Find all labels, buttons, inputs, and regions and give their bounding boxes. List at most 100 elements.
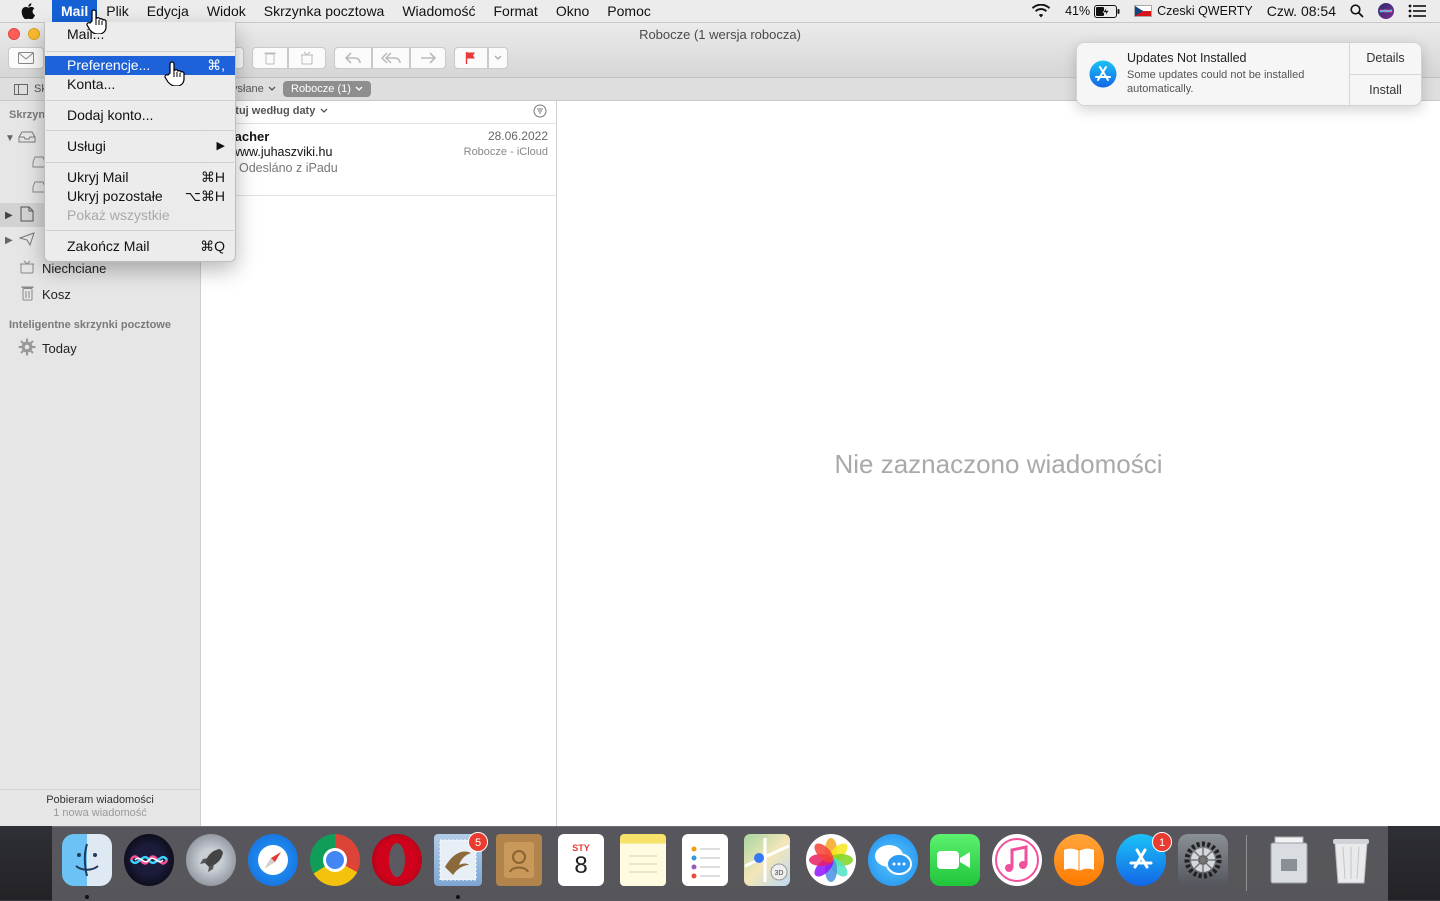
details-button[interactable]: Details [1350,43,1421,74]
show-mailboxes-button[interactable]: Sk [14,81,47,97]
running-indicator [85,895,89,899]
apple-menu-icon[interactable] [20,3,36,19]
video-camera-icon [937,851,970,869]
clock[interactable]: Czw. 08:54 [1267,3,1336,19]
dock-opera[interactable] [372,834,422,886]
menu-item-hide-others[interactable]: Ukryj pozostałe ⌥⌘H [45,187,235,206]
menu-item-shortcut: ⌘, [207,57,225,73]
dock-contacts[interactable] [496,834,542,886]
notes-icon [629,855,657,873]
mail-unread-badge: 5 [468,832,488,852]
disclosure-triangle-closed-icon[interactable]: ▶ [5,235,13,246]
chrome-icon [323,848,347,872]
menu-window[interactable]: Okno [547,0,598,22]
svg-text:3D: 3D [775,870,784,877]
dock-downloads-stack[interactable] [1264,834,1314,886]
dock-app-store[interactable]: 1 [1116,832,1172,886]
dock-chrome[interactable] [310,834,360,886]
favorite-sent[interactable]: ysłane [232,81,276,97]
menu-item-shortcut: ⌘H [200,169,225,185]
hand-cursor-icon [86,8,108,37]
dock-maps[interactable]: 3D [744,834,790,886]
dock-books[interactable] [1054,834,1104,886]
menu-item-quit-mail[interactable]: Zakończ Mail ⌘Q [45,237,235,256]
flag-button[interactable] [454,47,488,69]
photos-flower-icon [809,838,853,882]
battery-icon[interactable] [1094,4,1120,18]
update-notification[interactable]: Updates Not Installed Some updates could… [1076,42,1422,106]
menu-message[interactable]: Wiadomość [393,0,484,22]
siri-icon [129,855,169,865]
dock-facetime[interactable] [930,834,980,886]
menu-mailbox[interactable]: Skrzynka pocztowa [255,0,394,22]
disclosure-triangle-closed-icon[interactable]: ▶ [5,210,13,221]
menu-format[interactable]: Format [484,0,546,22]
favorite-sent-label: ysłane [232,83,264,95]
filter-icon[interactable] [533,104,547,121]
wifi-icon[interactable] [1031,4,1051,18]
menu-item-label: Ukryj pozostałe [67,188,163,204]
favorite-drafts-label: Robocze (1) [291,83,351,95]
menu-help[interactable]: Pomoc [598,0,660,22]
dock-mail[interactable]: 5 [434,832,488,886]
message-subject: www.juhaszviki.hu [231,145,333,159]
menu-item-label: Preferencje... [67,57,151,73]
trash-icon [1333,839,1369,884]
dock-safari[interactable] [248,834,298,886]
dock-siri[interactable] [124,834,174,886]
sidebar-item-trash[interactable]: Kosz [0,282,200,306]
menu-item-about-mail[interactable]: Mail... [45,25,235,44]
delete-button[interactable] [252,47,288,69]
dock-itunes[interactable] [992,834,1042,886]
disclosure-triangle-open-icon[interactable]: ▼ [5,133,15,144]
message-preview: Odesláno z iPadu [239,161,338,175]
message-row[interactable]: lacher 28.06.2022 www.juhaszviki.hu Robo… [201,123,556,196]
dock-reminders[interactable] [682,834,728,886]
sidebar-item-label: Niechciane [42,260,107,276]
reply-all-button[interactable] [372,47,410,69]
menu-item-label: Usługi [67,138,106,154]
sidebar-item-today[interactable]: Today [0,336,200,360]
dock-system-preferences[interactable] [1178,834,1228,886]
dock-finder[interactable] [62,834,112,886]
dock-calendar[interactable]: STY 8 [558,834,604,886]
menu-item-hide-mail[interactable]: Ukryj Mail ⌘H [45,168,235,187]
forward-button[interactable] [410,47,446,69]
message-sender: lacher [231,129,270,144]
sort-label: rtuj według daty [231,105,316,117]
menu-item-add-account[interactable]: Dodaj konto... [45,106,235,125]
smart-mailboxes-section-header: Inteligentne skrzynki pocztowe [9,319,171,331]
menu-edit[interactable]: Edycja [138,0,198,22]
dock-notes[interactable] [620,834,666,886]
dock-launchpad[interactable] [186,834,236,886]
sort-by-date-button[interactable]: rtuj według daty [231,105,328,117]
menu-item-shortcut: ⌘Q [200,238,225,254]
siri-icon[interactable] [1378,3,1394,19]
flag-menu-button[interactable] [488,47,508,69]
menu-view[interactable]: Widok [198,0,255,22]
chat-bubbles-icon [875,845,912,875]
menu-item-accounts[interactable]: Konta... [45,75,235,94]
dock: 5 STY 8 3D 1 [52,826,1388,901]
message-list: rtuj według daty lacher 28.06.2022 www.j… [201,101,557,826]
dock-trash[interactable] [1326,834,1376,886]
menu-item-services[interactable]: Usługi ▶ [45,137,235,156]
notification-body: Some updates could not be installed auto… [1127,69,1305,95]
menu-separator [46,130,234,131]
draft-document-icon [18,206,36,225]
spotlight-search-icon[interactable] [1350,4,1364,18]
trash-icon [18,285,36,304]
reply-button[interactable] [334,47,372,69]
dock-messages[interactable] [868,834,918,886]
favorite-drafts[interactable]: Robocze (1) [283,81,371,97]
notification-center-icon[interactable] [1408,4,1426,18]
dock-photos[interactable] [806,834,856,886]
junk-button[interactable] [288,47,326,69]
menu-item-show-all: Pokaż wszystkie [45,206,235,225]
get-mail-button[interactable] [8,47,44,69]
input-source-menu[interactable]: Czeski QWERTY [1134,4,1253,18]
music-note-icon [995,838,1039,882]
gear-icon [1184,841,1222,879]
menu-item-preferences[interactable]: Preferencje... ⌘, [45,56,235,75]
install-button[interactable]: Install [1350,75,1421,105]
